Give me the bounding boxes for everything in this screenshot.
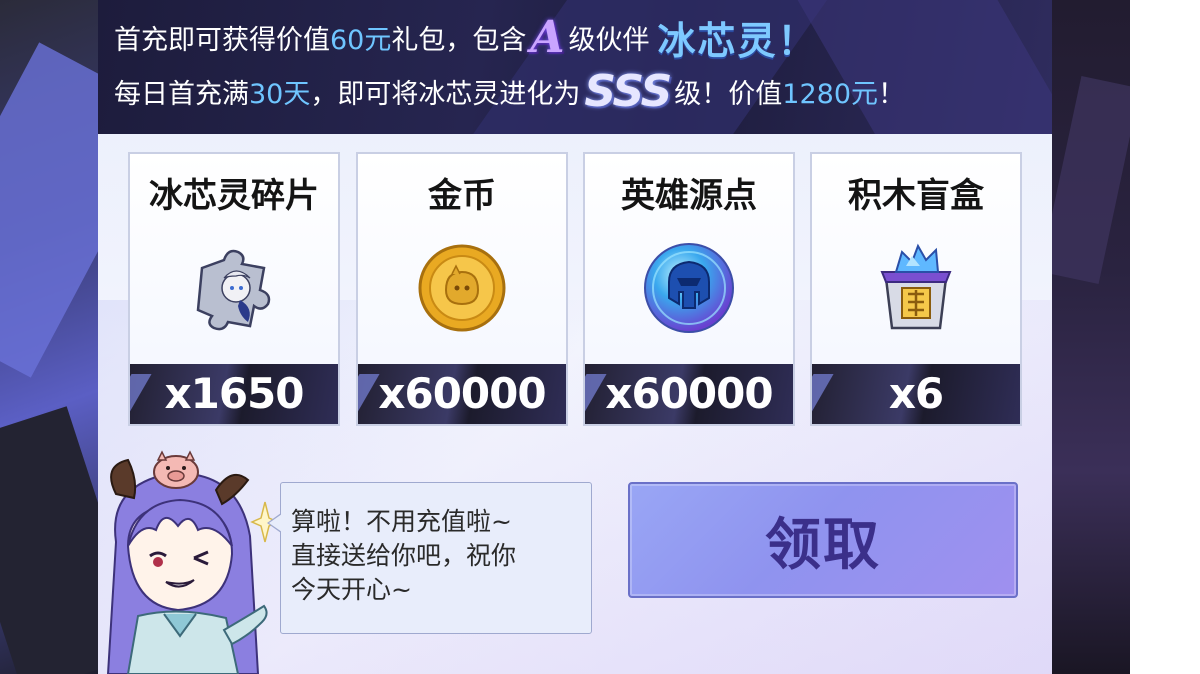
banner-text: ！ [878,78,906,110]
reward-count-bar: x6 [812,364,1020,424]
banner-text: 每日首充满 [114,78,249,110]
reward-card-hero-point[interactable]: 英雄源点 x60000 [583,152,795,426]
speech-line: 算啦！不用充值啦~ [291,507,512,536]
banner-line-1: 首充即可获得价值 60元 礼包，包含 A 级伙伴 冰芯灵！ [114,11,818,63]
banner-text: ，即可将冰芯灵进化为 [310,78,581,110]
reward-card-gold[interactable]: 金币 x60000 [356,152,568,426]
blind-box-icon [880,243,952,330]
banner-text: 首充即可获得价值 [114,24,330,56]
reward-count: x1650 [164,369,305,418]
speech-text: 算啦！不用充值啦~ 直接送给你吧，祝你 今天开心~ [291,505,587,607]
reward-name: 英雄源点 [621,176,757,216]
banner-days: 30天 [249,78,311,110]
hero-orb-icon [644,243,734,333]
gold-coin-icon [418,244,506,332]
reward-count: x6 [888,369,944,418]
reward-count-bar: x60000 [358,364,566,424]
mascot-character [106,450,268,674]
banner-text: 级伙伴 [568,24,650,56]
promo-banner: 首充即可获得价值 60元 礼包，包含 A 级伙伴 冰芯灵！ 每日首充满 30天 … [98,0,1052,134]
puzzle-piece-icon [196,249,271,331]
reward-count: x60000 [378,369,546,418]
reward-card-shard[interactable]: 冰芯灵碎片 x1650 [128,152,340,426]
grade-sss-badge: SSS [584,65,672,117]
banner-line-2: 每日首充满 30天 ，即可将冰芯灵进化为 SSS 级！价值 1280元 ！ [114,65,906,117]
reward-name: 积木盲盒 [848,176,984,216]
claim-button-label: 领取 [765,512,881,578]
banner-amount: 60元 [330,24,392,56]
reward-name: 冰芯灵碎片 [149,176,319,216]
grade-a-badge: A [530,11,565,63]
game-background-right [1050,0,1130,674]
banner-text: 级！价值 [674,78,783,110]
reward-count-bar: x60000 [585,364,793,424]
reward-count: x60000 [605,369,773,418]
banner-text: 礼包，包含 [391,24,527,56]
reward-name: 金币 [428,176,496,216]
partner-name: 冰芯灵！ [657,18,818,63]
reward-card-blind-box[interactable]: 积木盲盒 x6 [810,152,1022,426]
speech-line: 今天开心~ [291,575,412,604]
speech-bubble: 算啦！不用充值啦~ 直接送给你吧，祝你 今天开心~ [267,482,592,634]
banner-value: 1280元 [782,78,879,110]
game-screen: 首充即可获得价值 60元 礼包，包含 A 级伙伴 冰芯灵！ 每日首充满 30天 … [0,0,1200,674]
reward-count-bar: x1650 [130,364,338,424]
game-background-left [0,0,100,674]
claim-button[interactable]: 领取 [628,482,1018,598]
speech-line: 直接送给你吧，祝你 [291,541,517,570]
